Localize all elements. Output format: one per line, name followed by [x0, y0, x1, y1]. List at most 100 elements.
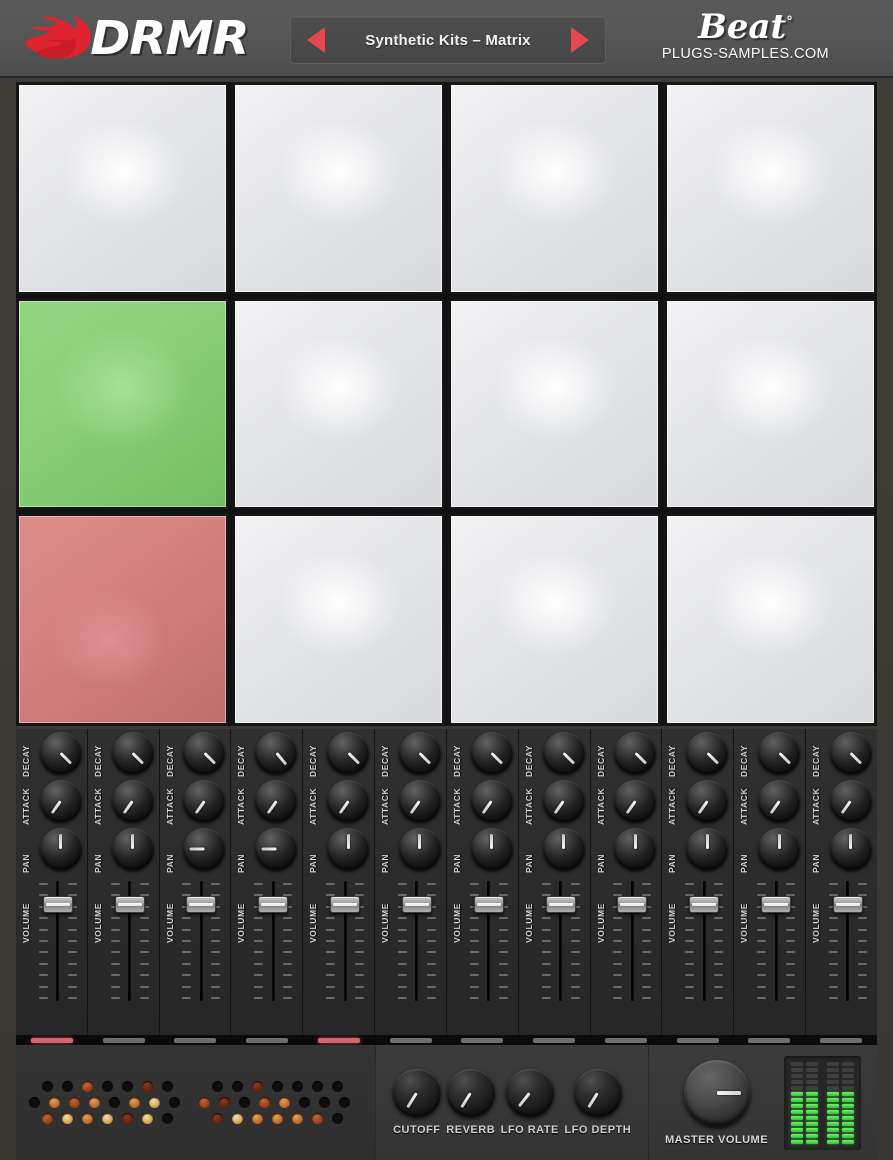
attack-knob[interactable]	[255, 780, 298, 822]
volume-fader[interactable]	[178, 879, 224, 1003]
pan-knob[interactable]	[686, 828, 729, 870]
channel-led-11[interactable]	[748, 1037, 791, 1043]
attack-knob[interactable]	[398, 780, 441, 822]
pan-knob[interactable]	[542, 828, 585, 870]
decay-knob[interactable]	[470, 732, 513, 774]
drum-pad-1[interactable]	[16, 82, 229, 295]
channel-led-7[interactable]	[461, 1037, 504, 1043]
reverb-knob[interactable]	[446, 1069, 495, 1117]
pan-knob[interactable]	[39, 828, 82, 870]
volume-fader[interactable]	[681, 879, 727, 1003]
attack-knob[interactable]	[111, 780, 154, 822]
decay-knob[interactable]	[327, 732, 370, 774]
meter-segment	[791, 1115, 804, 1120]
pan-knob[interactable]	[255, 828, 298, 870]
pan-knob[interactable]	[183, 828, 226, 870]
volume-fader-handle[interactable]	[42, 895, 73, 913]
volume-fader-handle[interactable]	[545, 895, 576, 913]
volume-fader-handle[interactable]	[114, 895, 145, 913]
meter-segment	[827, 1109, 840, 1114]
pan-knob[interactable]	[398, 828, 441, 870]
volume-fader-handle[interactable]	[617, 895, 648, 913]
volume-fader[interactable]	[609, 879, 655, 1003]
app-title: DRMR	[90, 11, 249, 65]
volume-fader-handle[interactable]	[330, 895, 361, 913]
volume-fader[interactable]	[538, 879, 584, 1003]
mixer-channel-12: DECAY ATTACK PAN VOLUME	[806, 729, 877, 1035]
decay-knob[interactable]	[542, 732, 585, 774]
kit-selector[interactable]: Synthetic Kits – Matrix	[290, 16, 606, 64]
volume-fader[interactable]	[35, 879, 81, 1003]
channel-led-9[interactable]	[604, 1037, 647, 1043]
volume-fader[interactable]	[394, 879, 440, 1003]
lfo-rate-knob[interactable]	[505, 1069, 554, 1117]
drum-pad-2[interactable]	[232, 82, 445, 295]
decay-knob[interactable]	[614, 732, 657, 774]
cutoff-knob[interactable]	[392, 1069, 441, 1117]
drum-pad-10[interactable]	[232, 513, 445, 726]
volume-fader-handle[interactable]	[401, 895, 432, 913]
attack-knob[interactable]	[183, 780, 226, 822]
attack-knob[interactable]	[39, 780, 82, 822]
pan-label: PAN	[21, 853, 31, 873]
volume-fader[interactable]	[107, 879, 153, 1003]
volume-fader-handle[interactable]	[473, 895, 504, 913]
volume-fader-handle[interactable]	[186, 895, 217, 913]
drum-pad-5[interactable]	[16, 297, 229, 511]
drum-pad-12[interactable]	[664, 513, 877, 726]
channel-led-12[interactable]	[820, 1037, 863, 1043]
volume-fader[interactable]	[753, 879, 799, 1003]
volume-fader-handle[interactable]	[258, 895, 289, 913]
decay-knob[interactable]	[398, 732, 441, 774]
channel-led-4[interactable]	[246, 1037, 289, 1043]
volume-fader-handle[interactable]	[832, 895, 863, 913]
volume-fader[interactable]	[825, 879, 871, 1003]
channel-led-5[interactable]	[317, 1037, 360, 1043]
volume-fader[interactable]	[322, 879, 368, 1003]
channel-led-6[interactable]	[389, 1037, 432, 1043]
channel-led-10[interactable]	[676, 1037, 719, 1043]
attack-knob[interactable]	[470, 780, 513, 822]
decay-knob[interactable]	[255, 732, 298, 774]
volume-fader-handle[interactable]	[761, 895, 792, 913]
drum-pad-8[interactable]	[664, 297, 877, 511]
decay-knob-row: DECAY	[88, 729, 159, 777]
pan-knob-row: PAN	[303, 825, 374, 873]
drum-pad-3[interactable]	[448, 82, 661, 295]
master-volume-knob[interactable]	[683, 1059, 750, 1126]
channel-led-2[interactable]	[102, 1037, 145, 1043]
volume-label: VOLUME	[451, 903, 462, 943]
decay-knob[interactable]	[39, 732, 82, 774]
attack-knob[interactable]	[686, 780, 729, 822]
drum-pad-4[interactable]	[664, 82, 877, 295]
channel-led-1[interactable]	[30, 1037, 73, 1043]
decay-knob[interactable]	[829, 732, 872, 774]
pan-knob[interactable]	[111, 828, 154, 870]
drum-pad-9[interactable]	[16, 513, 229, 726]
decay-knob[interactable]	[758, 732, 801, 774]
volume-fader-handle[interactable]	[689, 895, 720, 913]
attack-knob[interactable]	[829, 780, 872, 822]
attack-knob[interactable]	[614, 780, 657, 822]
decay-knob[interactable]	[686, 732, 729, 774]
volume-fader[interactable]	[466, 879, 512, 1003]
drum-pad-7[interactable]	[448, 297, 661, 511]
pan-knob[interactable]	[327, 828, 370, 870]
decay-knob[interactable]	[111, 732, 154, 774]
pan-knob[interactable]	[614, 828, 657, 870]
pan-knob[interactable]	[758, 828, 801, 870]
attack-knob[interactable]	[542, 780, 585, 822]
lfo-depth-knob[interactable]	[573, 1069, 622, 1117]
arrow-right-icon[interactable]	[571, 27, 589, 53]
channel-led-3[interactable]	[174, 1037, 217, 1043]
drum-pad-6[interactable]	[232, 297, 445, 511]
pan-knob[interactable]	[829, 828, 872, 870]
attack-knob[interactable]	[327, 780, 370, 822]
arrow-left-icon[interactable]	[307, 27, 325, 53]
pan-knob[interactable]	[470, 828, 513, 870]
channel-led-8[interactable]	[533, 1037, 576, 1043]
drum-pad-11[interactable]	[448, 513, 661, 726]
decay-knob[interactable]	[183, 732, 226, 774]
attack-knob[interactable]	[758, 780, 801, 822]
volume-fader[interactable]	[250, 879, 296, 1003]
